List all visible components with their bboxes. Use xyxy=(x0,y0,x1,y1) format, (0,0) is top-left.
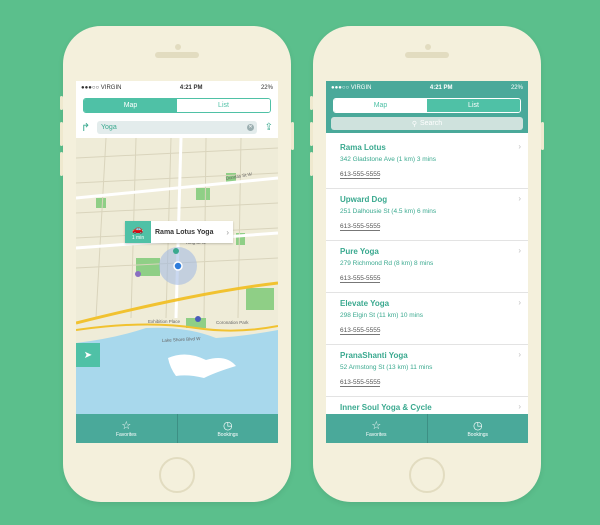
search-placeholder: Search xyxy=(419,120,443,127)
power-button xyxy=(291,122,294,150)
callout-name: Rama Lotus Yoga xyxy=(155,228,214,236)
item-title: Pure Yoga xyxy=(340,247,379,256)
svg-text:Exhibition Place: Exhibition Place xyxy=(148,319,181,324)
clock-icon: ◷ xyxy=(472,419,483,432)
speaker xyxy=(155,52,199,58)
mute-switch xyxy=(60,96,63,110)
volume-down xyxy=(60,152,63,176)
item-phone[interactable]: 613-555-5555 xyxy=(340,327,381,335)
map-graphic: Dundas St W Queen St W King St W Exhibit… xyxy=(76,138,278,414)
favorites-label: Favorites xyxy=(365,431,387,438)
view-toggle: Map List xyxy=(333,98,521,113)
bookings-label: Bookings xyxy=(217,431,239,438)
map-view[interactable]: Dundas St W Queen St W King St W Exhibit… xyxy=(76,138,278,414)
tab-list[interactable]: List xyxy=(427,99,520,112)
car-icon: 🚗 1 min xyxy=(125,221,151,243)
chevron-right-icon: › xyxy=(518,350,521,359)
mute-switch xyxy=(310,96,313,110)
item-title: Elevate Yoga xyxy=(340,299,390,308)
list-item[interactable]: Elevate Yoga 298 Elgin St (11 km) 10 min… xyxy=(326,293,528,345)
chevron-right-icon: › xyxy=(226,227,229,237)
tab-favorites[interactable]: ☆ Favorites xyxy=(76,414,177,443)
status-bar: ●●●○○ VIRGIN 4:21 PM 22% xyxy=(76,81,278,94)
tab-bookings[interactable]: ◷ Bookings xyxy=(176,414,279,443)
place-callout[interactable]: 🚗 1 min Rama Lotus Yoga › xyxy=(125,221,233,243)
home-button[interactable] xyxy=(159,457,195,493)
list-item[interactable]: Upward Dog 251 Dalhousie St (4.5 km) 6 m… xyxy=(326,189,528,241)
svg-text:Coronation Park: Coronation Park xyxy=(216,320,249,325)
tab-bar: ☆ Favorites ◷ Bookings xyxy=(76,414,278,443)
speaker xyxy=(405,52,449,58)
list-item[interactable]: Pure Yoga 279 Richmond Rd (8 km) 8 mins … xyxy=(326,241,528,293)
chevron-right-icon: › xyxy=(518,402,521,411)
list-item[interactable]: Rama Lotus 342 Gladstone Ave (1 km) 3 mi… xyxy=(326,137,528,189)
item-title: Upward Dog xyxy=(340,195,388,204)
battery: 22% xyxy=(260,84,273,91)
power-button xyxy=(541,122,544,150)
item-title: Inner Soul Yoga & Cycle xyxy=(340,403,432,412)
item-address: 298 Elgin St (11 km) 10 mins xyxy=(340,312,423,319)
star-icon: ☆ xyxy=(371,419,382,432)
item-phone[interactable]: 613-555-5555 xyxy=(340,379,381,387)
item-address: 52 Armstong St (13 km) 11 mins xyxy=(340,364,433,371)
studio-list: Rama Lotus 342 Gladstone Ave (1 km) 3 mi… xyxy=(326,137,528,443)
item-address: 342 Gladstone Ave (1 km) 3 mins xyxy=(340,156,436,163)
list-item[interactable]: PranaShanti Yoga 52 Armstong St (13 km) … xyxy=(326,345,528,397)
volume-up xyxy=(310,122,313,146)
list-screen: ●●●○○ VIRGIN 4:21 PM 22% Map List ⚲ Sear… xyxy=(326,81,528,443)
volume-down xyxy=(310,152,313,176)
item-phone[interactable]: 613-555-5555 xyxy=(340,275,381,283)
tab-bar: ☆ Favorites ◷ Bookings xyxy=(326,414,528,443)
directions-icon[interactable]: ↱ xyxy=(81,121,97,134)
chevron-right-icon: › xyxy=(518,298,521,307)
list-header: ●●●○○ VIRGIN 4:21 PM 22% Map List ⚲ Sear… xyxy=(326,81,528,133)
item-title: Rama Lotus xyxy=(340,143,386,152)
battery: 22% xyxy=(510,84,523,91)
camera xyxy=(425,44,431,50)
volume-up xyxy=(60,122,63,146)
clear-icon[interactable]: ✕ xyxy=(247,123,254,131)
item-phone[interactable]: 613-555-5555 xyxy=(340,223,381,231)
item-title: PranaShanti Yoga xyxy=(340,351,408,360)
search-icon: ⚲ xyxy=(411,120,417,128)
view-toggle: Map List xyxy=(83,98,271,113)
map-screen: ●●●○○ VIRGIN 4:21 PM 22% Map List ↱ Yoga… xyxy=(76,81,278,443)
chevron-right-icon: › xyxy=(518,142,521,151)
clock: 4:21 PM xyxy=(429,84,453,91)
share-icon[interactable]: ⇪ xyxy=(257,122,273,133)
tab-list[interactable]: List xyxy=(177,99,270,112)
star-icon: ☆ xyxy=(121,419,132,432)
carrier: ●●●○○ VIRGIN xyxy=(81,84,122,91)
tab-map[interactable]: Map xyxy=(334,99,427,112)
carrier: ●●●○○ VIRGIN xyxy=(331,84,372,91)
phone-map: ●●●○○ VIRGIN 4:21 PM 22% Map List ↱ Yoga… xyxy=(60,26,294,502)
tab-favorites[interactable]: ☆ Favorites xyxy=(326,414,427,443)
item-address: 251 Dalhousie St (4.5 km) 6 mins xyxy=(340,208,437,215)
item-address: 279 Richmond Rd (8 km) 8 mins xyxy=(340,260,434,267)
clock: 4:21 PM xyxy=(179,84,203,91)
tab-map[interactable]: Map xyxy=(84,99,177,112)
search-input[interactable]: Yoga ✕ xyxy=(97,120,257,134)
home-button[interactable] xyxy=(409,457,445,493)
status-bar: ●●●○○ VIRGIN 4:21 PM 22% xyxy=(326,81,528,94)
callout-eta: 1 min xyxy=(131,234,145,241)
bookings-label: Bookings xyxy=(467,431,489,438)
locate-me-icon[interactable]: ➤ xyxy=(76,343,100,367)
favorites-label: Favorites xyxy=(115,431,137,438)
item-phone[interactable]: 613-555-5555 xyxy=(340,171,381,179)
phone-list: ●●●○○ VIRGIN 4:21 PM 22% Map List ⚲ Sear… xyxy=(310,26,544,502)
tab-bookings[interactable]: ◷ Bookings xyxy=(426,414,529,443)
search-value: Yoga xyxy=(101,123,117,131)
chevron-right-icon: › xyxy=(518,194,521,203)
camera xyxy=(175,44,181,50)
chevron-right-icon: › xyxy=(518,246,521,255)
search-input[interactable]: ⚲ Search xyxy=(331,117,523,130)
search-row: ↱ Yoga ✕ ⇪ xyxy=(76,117,278,137)
clock-icon: ◷ xyxy=(222,419,233,432)
